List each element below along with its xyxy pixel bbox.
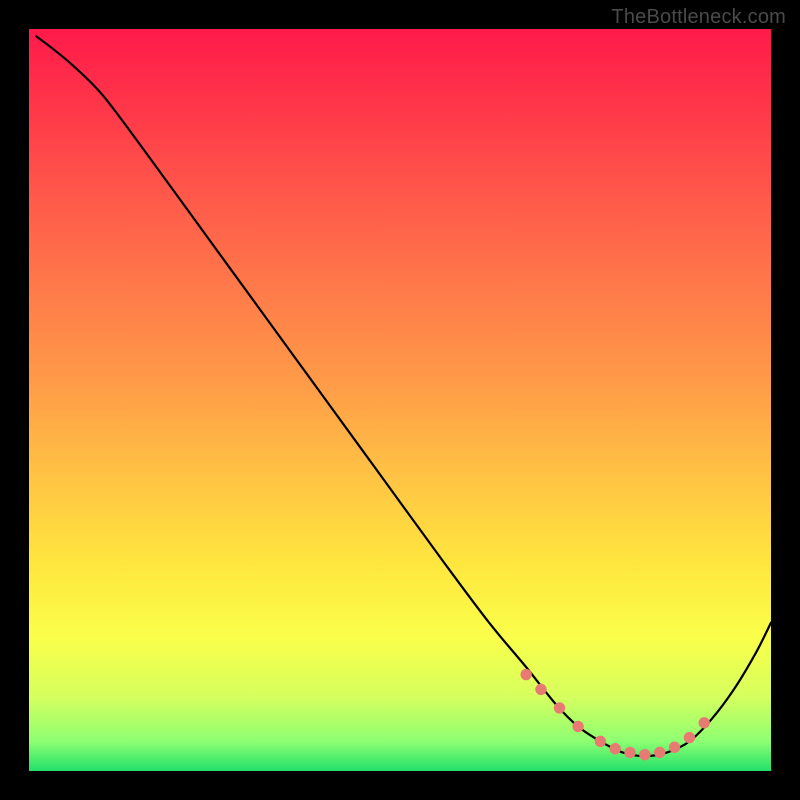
- data-point: [655, 747, 665, 757]
- data-point: [699, 718, 709, 728]
- data-point: [536, 684, 546, 694]
- chart-frame: TheBottleneck.com: [0, 0, 800, 800]
- data-point: [610, 744, 620, 754]
- data-point: [640, 749, 650, 759]
- data-point: [554, 703, 564, 713]
- data-point: [669, 742, 679, 752]
- data-point: [684, 732, 694, 742]
- plot-area: [29, 29, 771, 771]
- data-point: [595, 736, 605, 746]
- data-point: [521, 669, 531, 679]
- watermark-text: TheBottleneck.com: [611, 6, 786, 29]
- gradient-background: [29, 29, 771, 771]
- plot-svg: [29, 29, 771, 771]
- data-point: [625, 747, 635, 757]
- data-point: [573, 721, 583, 731]
